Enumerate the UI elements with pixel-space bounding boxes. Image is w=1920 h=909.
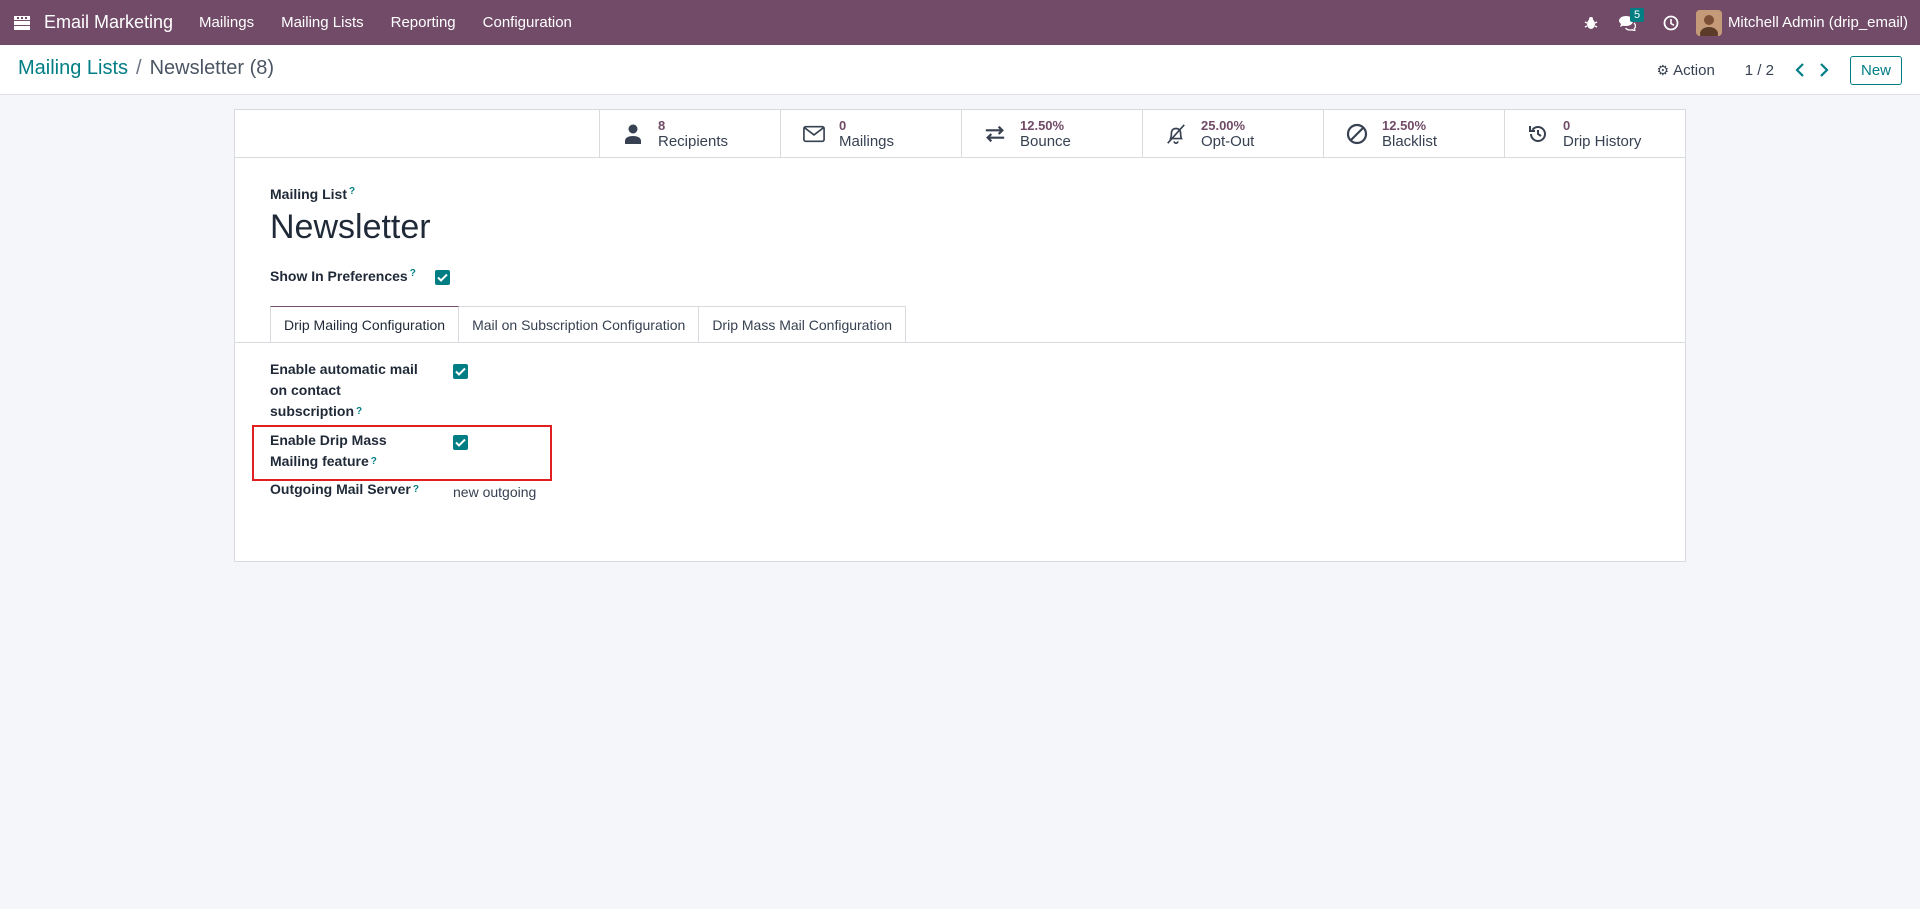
action-label: Action <box>1673 61 1715 79</box>
top-navbar: Email Marketing Mailings Mailing Lists R… <box>0 0 1920 45</box>
action-menu-button[interactable]: ⚙ Action <box>1657 62 1715 79</box>
mailing-list-caption-text: Mailing List <box>270 186 347 202</box>
outgoing-mail-server-label-text: Outgoing Mail Server <box>270 481 411 497</box>
pager-next-icon[interactable] <box>1812 58 1836 82</box>
help-icon[interactable]: ? <box>410 268 416 279</box>
outgoing-mail-server-label: Outgoing Mail Server? <box>270 479 440 500</box>
recipients-stat-button[interactable]: 8 Recipients <box>599 110 780 157</box>
drip-mass-mailing-label: Enable Drip Mass Mailing feature? <box>270 430 420 472</box>
bounce-value: 12.50% <box>1020 117 1065 133</box>
breadcrumb-mailing-lists[interactable]: Mailing Lists <box>18 57 128 80</box>
drip-mass-mailing-checkbox[interactable] <box>453 435 468 450</box>
envelope-icon <box>803 123 825 145</box>
drip-history-value: 0 <box>1563 117 1571 133</box>
bounce-label: Bounce <box>1020 132 1071 150</box>
drip-mass-mailing-label-text: Enable Drip Mass Mailing feature <box>270 432 387 469</box>
mailing-list-name-field[interactable]: Newsletter <box>270 208 431 247</box>
bounce-stat-button[interactable]: 12.50% Bounce <box>961 110 1142 157</box>
pager-value[interactable]: 1 / 2 <box>1745 62 1774 79</box>
debug-bug-icon[interactable] <box>1578 0 1604 45</box>
pager-previous-icon[interactable] <box>1788 58 1812 82</box>
breadcrumb-separator: / <box>136 57 142 79</box>
tab-drip-mass-mail-configuration[interactable]: Drip Mass Mail Configuration <box>699 306 907 343</box>
tab-mail-on-subscription-configuration[interactable]: Mail on Subscription Configuration <box>459 306 700 343</box>
apps-menu-icon[interactable] <box>0 0 44 45</box>
show-in-preferences-checkbox[interactable] <box>435 270 450 285</box>
blacklist-label: Blacklist <box>1382 132 1438 150</box>
tab-divider <box>235 342 1685 343</box>
user-name[interactable]: Mitchell Admin (drip_email) <box>1728 14 1908 31</box>
menu-mailings[interactable]: Mailings <box>199 14 254 31</box>
gear-icon: ⚙ <box>1656 61 1670 78</box>
help-icon[interactable]: ? <box>371 456 377 467</box>
recipients-value: 8 <box>658 117 666 133</box>
mailings-value: 0 <box>839 117 847 133</box>
tab-drip-mailing-configuration[interactable]: Drip Mailing Configuration <box>270 306 460 343</box>
activity-clock-icon[interactable] <box>1658 0 1684 45</box>
help-icon[interactable]: ? <box>349 186 355 197</box>
blacklist-value: 12.50% <box>1382 117 1427 133</box>
auto-mail-label: Enable automatic mail on contact subscri… <box>270 359 420 422</box>
show-in-preferences-label: Show In Preferences? <box>270 268 416 284</box>
checkmark-icon <box>455 367 466 376</box>
show-in-preferences-label-text: Show In Preferences <box>270 268 408 284</box>
auto-mail-checkbox[interactable] <box>453 364 468 379</box>
app-title[interactable]: Email Marketing <box>44 12 173 33</box>
bell-slash-icon <box>1165 123 1187 145</box>
drip-history-stat-button[interactable]: 0 Drip History <box>1504 110 1685 157</box>
drip-history-label: Drip History <box>1563 132 1642 150</box>
mailings-stat-button[interactable]: 0 Mailings <box>780 110 961 157</box>
mailing-list-caption: Mailing List? <box>270 186 355 202</box>
breadcrumb: Mailing Lists / Newsletter (8) <box>18 57 274 80</box>
blacklist-stat-button[interactable]: 12.50% Blacklist <box>1323 110 1504 157</box>
auto-mail-label-text: Enable automatic mail on contact subscri… <box>270 361 418 419</box>
menu-reporting[interactable]: Reporting <box>391 14 456 31</box>
opt-out-value: 25.00% <box>1201 117 1246 133</box>
help-icon[interactable]: ? <box>356 406 362 417</box>
messages-count-badge: 5 <box>1629 8 1645 22</box>
ban-icon <box>1346 123 1368 145</box>
opt-out-stat-button[interactable]: 25.00% Opt-Out <box>1142 110 1323 157</box>
opt-out-label: Opt-Out <box>1201 132 1255 150</box>
menu-configuration[interactable]: Configuration <box>483 14 572 31</box>
stat-button-box: 8 Recipients 0 Mailings 12.50% Bounce 25… <box>235 110 1685 158</box>
form-sheet: 8 Recipients 0 Mailings 12.50% Bounce 25… <box>234 109 1686 562</box>
exchange-icon <box>984 123 1006 145</box>
checkmark-icon <box>455 438 466 447</box>
user-avatar[interactable] <box>1695 9 1722 36</box>
help-icon[interactable]: ? <box>413 484 419 495</box>
breadcrumb-current: Newsletter (8) <box>149 57 275 79</box>
outgoing-mail-server-field[interactable]: new outgoing <box>453 484 536 500</box>
mailings-label: Mailings <box>839 132 895 150</box>
checkmark-icon <box>437 273 448 282</box>
history-icon <box>1527 123 1549 145</box>
user-icon <box>622 123 644 145</box>
menu-mailing-lists[interactable]: Mailing Lists <box>281 14 364 31</box>
recipients-label: Recipients <box>658 132 729 150</box>
control-panel: Mailing Lists / Newsletter (8) ⚙ Action … <box>0 45 1920 95</box>
notebook-tabs: Drip Mailing Configuration Mail on Subsc… <box>270 306 907 343</box>
new-button[interactable]: New <box>1849 55 1902 85</box>
messages-chat-icon[interactable]: 5 <box>1614 0 1645 45</box>
